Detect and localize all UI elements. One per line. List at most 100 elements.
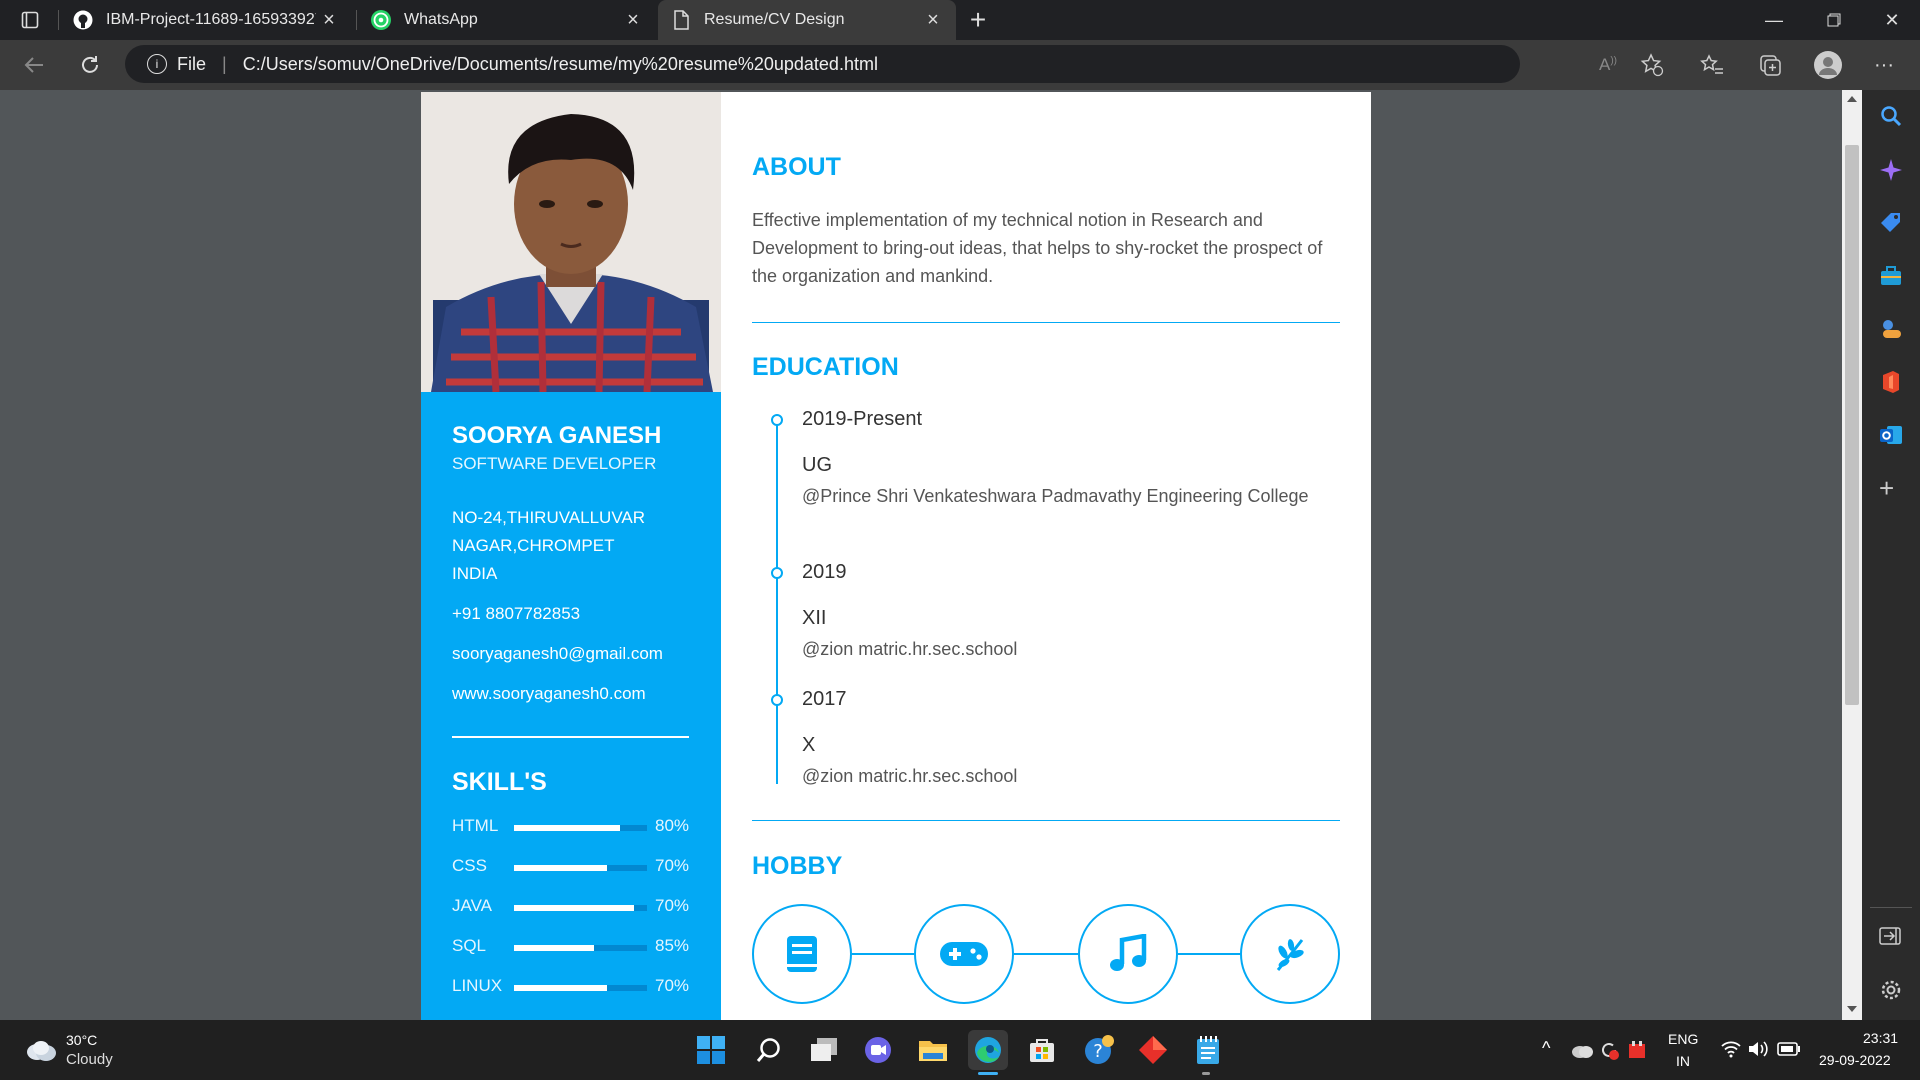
divider xyxy=(1870,907,1912,908)
more-menu-button[interactable]: ··· xyxy=(1866,48,1902,82)
close-icon: ✕ xyxy=(1884,9,1900,30)
education-year: 2017 xyxy=(802,688,847,710)
address-bar: i File | C:/Users/somuv/OneDrive/Documen… xyxy=(0,40,1920,90)
tab-resume[interactable]: Resume/CV Design × xyxy=(658,0,956,40)
tab-actions-icon xyxy=(21,11,39,29)
resume-main: ABOUT Effective implementation of my tec… xyxy=(752,92,1342,1020)
file-explorer-button[interactable] xyxy=(913,1030,953,1070)
read-aloud-button[interactable]: A)) xyxy=(1590,48,1626,82)
address-line: INDIA xyxy=(452,564,498,583)
folder-icon xyxy=(919,1041,947,1061)
shopping-tag-icon[interactable] xyxy=(1879,211,1903,240)
divider xyxy=(452,736,689,738)
education-heading: EDUCATION xyxy=(752,353,899,381)
email-link[interactable]: sooryaganesh0@gmail.com xyxy=(452,640,663,668)
wifi-icon[interactable] xyxy=(1720,1040,1742,1063)
skill-bar xyxy=(514,905,647,911)
hide-sidebar-icon[interactable] xyxy=(1879,926,1901,951)
skill-bar xyxy=(514,945,647,951)
url-text[interactable]: C:/Users/somuv/OneDrive/Documents/resume… xyxy=(243,54,878,75)
teams-chat-button[interactable] xyxy=(858,1030,898,1070)
onedrive-icon[interactable] xyxy=(1570,1041,1594,1064)
app-tray-icon[interactable] xyxy=(1627,1040,1647,1065)
new-tab-button[interactable]: + xyxy=(958,0,998,40)
add-sidebar-app-icon[interactable]: + xyxy=(1879,475,1894,501)
search-icon[interactable] xyxy=(1879,104,1903,133)
restore-button[interactable] xyxy=(1806,0,1862,40)
hobby-connector xyxy=(1178,953,1240,955)
close-tab-icon[interactable]: × xyxy=(622,9,644,31)
gamepad-icon xyxy=(940,942,988,966)
skill-percent: 70% xyxy=(655,896,690,915)
timeline-dot xyxy=(771,694,783,706)
tab-label: Resume/CV Design xyxy=(704,11,845,28)
scroll-thumb[interactable] xyxy=(1845,145,1859,705)
skills-heading: SKILL'S xyxy=(452,768,547,796)
add-favorite-button[interactable] xyxy=(1634,48,1670,82)
avatar xyxy=(1814,51,1842,79)
chevron-up-icon[interactable]: ^ xyxy=(1542,1038,1550,1059)
skill-name: HTML xyxy=(452,816,499,835)
skill-name: LINUX xyxy=(452,976,503,995)
resume-name: SOORYA GANESH xyxy=(452,422,662,449)
favorites-icon xyxy=(1700,54,1723,74)
refresh-button[interactable] xyxy=(72,48,108,82)
tips-button[interactable]: ? xyxy=(1080,1030,1120,1070)
start-button[interactable] xyxy=(691,1030,731,1070)
weather-widget[interactable]: 30°C Cloudy xyxy=(20,1030,160,1070)
close-window-button[interactable]: ✕ xyxy=(1864,0,1920,40)
help-icon: ? xyxy=(1085,1035,1114,1064)
divider xyxy=(752,322,1340,323)
close-tab-icon[interactable]: × xyxy=(922,9,944,31)
app-button[interactable] xyxy=(1133,1030,1173,1070)
tab-whatsapp[interactable]: WhatsApp × xyxy=(358,0,656,40)
task-view-button[interactable] xyxy=(804,1030,844,1070)
tools-icon[interactable] xyxy=(1879,264,1903,293)
favorites-button[interactable] xyxy=(1694,48,1730,82)
skill-name: CSS xyxy=(452,856,487,875)
tab-github[interactable]: IBM-Project-11689-1659339271/ × xyxy=(60,0,352,40)
minimize-button[interactable]: — xyxy=(1746,0,1802,40)
battery-icon[interactable] xyxy=(1777,1042,1801,1061)
education-institution: @zion matric.hr.sec.school xyxy=(802,639,1018,659)
vertical-scrollbar[interactable] xyxy=(1842,90,1862,1020)
notepad-button[interactable] xyxy=(1188,1030,1228,1070)
sparkle-icon[interactable] xyxy=(1879,158,1903,187)
close-tab-icon[interactable]: × xyxy=(318,9,340,31)
office-icon[interactable] xyxy=(1879,370,1903,399)
clock-time[interactable]: 23:31 xyxy=(1863,1030,1898,1046)
back-button[interactable] xyxy=(16,48,52,82)
skill-bar-fill xyxy=(514,945,594,951)
weather-temperature: 30°C xyxy=(66,1032,98,1048)
skill-percent: 70% xyxy=(655,856,690,875)
edge-icon xyxy=(975,1037,1001,1063)
about-heading: ABOUT xyxy=(752,153,841,181)
website-link[interactable]: www.sooryaganesh0.com xyxy=(452,680,646,708)
ellipsis-icon: ··· xyxy=(1874,53,1894,76)
games-icon[interactable] xyxy=(1879,317,1903,346)
language-indicator[interactable]: ENG xyxy=(1668,1031,1698,1047)
page-viewport: SOORYA GANESH SOFTWARE DEVELOPER NO-24,T… xyxy=(0,90,1842,1020)
skill-bar-fill xyxy=(514,865,608,871)
outlook-icon[interactable] xyxy=(1879,423,1903,452)
url-bar[interactable]: i File | C:/Users/somuv/OneDrive/Documen… xyxy=(125,45,1520,83)
tab-label: IBM-Project-11689-1659339271/ xyxy=(106,11,316,28)
tab-actions-button[interactable] xyxy=(6,0,54,40)
collections-icon xyxy=(1760,55,1781,76)
volume-icon[interactable] xyxy=(1747,1040,1769,1063)
hobby-music xyxy=(1078,904,1178,1004)
sync-icon[interactable] xyxy=(1598,1039,1620,1066)
skill-row: CSS 70% xyxy=(452,856,692,880)
settings-gear-icon[interactable] xyxy=(1879,978,1903,1007)
profile-button[interactable] xyxy=(1810,48,1846,82)
back-arrow-icon xyxy=(24,57,43,73)
task-view-icon xyxy=(811,1038,837,1061)
search-button[interactable] xyxy=(749,1030,789,1070)
store-button[interactable] xyxy=(1022,1030,1062,1070)
scroll-up-arrow[interactable] xyxy=(1847,96,1857,102)
edge-browser-button[interactable] xyxy=(968,1030,1008,1070)
collections-button[interactable] xyxy=(1752,48,1788,82)
scroll-down-arrow[interactable] xyxy=(1847,1006,1857,1012)
restore-icon xyxy=(1827,13,1841,27)
whatsapp-icon xyxy=(370,9,392,31)
